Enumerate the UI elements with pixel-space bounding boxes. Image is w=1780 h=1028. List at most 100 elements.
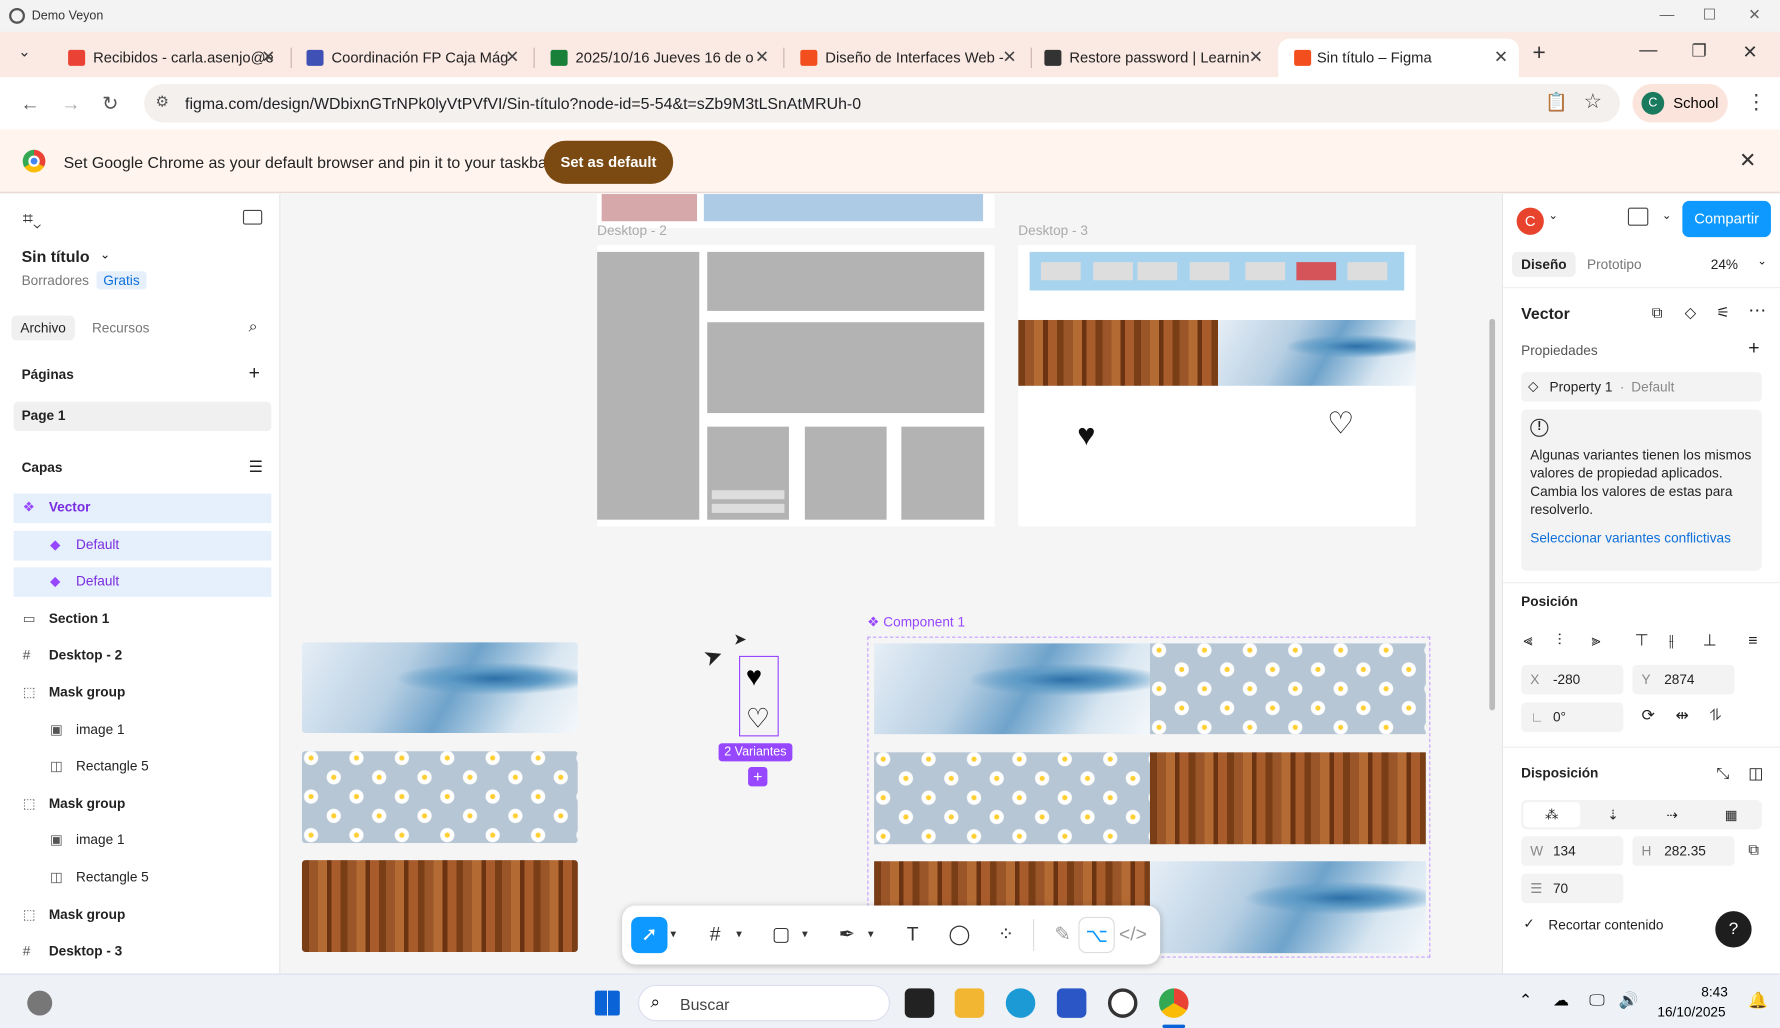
chrome-minimize-icon[interactable]: — xyxy=(1639,41,1657,61)
width-field[interactable]: W 134 xyxy=(1521,836,1624,866)
clock-date[interactable]: 16/10/2025 xyxy=(1657,1004,1725,1020)
align-center-icon[interactable]: ⫶ xyxy=(1557,631,1561,650)
tab-file[interactable]: Archivo xyxy=(11,315,75,341)
rotate-icon[interactable]: ⟳ xyxy=(1641,706,1654,725)
draw-mode-icon[interactable]: ✎ xyxy=(1044,917,1080,953)
profile-button[interactable]: C School xyxy=(1632,83,1728,123)
desktop-3-frame[interactable]: ♥ ♡ xyxy=(1018,245,1416,527)
add-page-icon[interactable]: + xyxy=(249,362,260,385)
chrome-close-icon[interactable]: ✕ xyxy=(1743,41,1758,64)
tab-coordinacion[interactable]: Coordinación FP Caja Mág ✕ xyxy=(284,39,528,78)
dev-mode-icon[interactable]: </> xyxy=(1115,917,1151,953)
network-icon[interactable]: 🖵 xyxy=(1589,991,1604,1010)
align-right-icon[interactable]: ⫸ xyxy=(1592,631,1601,650)
back-icon[interactable]: ← xyxy=(20,93,39,116)
store-icon[interactable] xyxy=(1056,988,1087,1018)
layer-item[interactable]: ⬚ Mask group xyxy=(14,679,272,709)
windows-start-icon[interactable] xyxy=(594,990,620,1016)
layer-item[interactable]: ▣ image 1 xyxy=(14,716,272,746)
plan-badge[interactable]: Gratis xyxy=(96,271,147,290)
align-bottom-icon[interactable]: ⊥ xyxy=(1703,631,1717,650)
layer-item[interactable]: ◫ Rectangle 5 xyxy=(14,864,272,894)
chevron-down-icon[interactable]: ▾ xyxy=(863,917,879,953)
move-tool-icon[interactable]: ➚ xyxy=(631,916,668,954)
present-icon[interactable] xyxy=(1627,207,1649,226)
sidebar-toggle-icon[interactable] xyxy=(242,209,263,225)
clipboard-icon[interactable]: 📋 xyxy=(1545,91,1568,114)
help-icon[interactable]: ? xyxy=(1715,911,1752,948)
close-tab-icon[interactable]: ✕ xyxy=(1494,47,1508,67)
site-settings-icon[interactable]: ⚙ xyxy=(156,93,169,111)
close-tab-icon[interactable]: ✕ xyxy=(1002,47,1016,67)
more-icon[interactable]: ⋯ xyxy=(1748,300,1766,323)
height-field[interactable]: H 282.35 xyxy=(1632,836,1735,866)
close-tab-icon[interactable]: ✕ xyxy=(1249,47,1263,67)
clip-content-checkbox[interactable]: ✓ xyxy=(1521,916,1537,932)
chevron-down-icon[interactable]: ⌄ xyxy=(1757,255,1767,267)
close-tab-icon[interactable]: ✕ xyxy=(755,47,769,67)
variants-badge[interactable]: 2 Variantes xyxy=(718,743,793,762)
chevron-down-icon[interactable]: ▾ xyxy=(665,917,681,953)
volume-icon[interactable]: 🔊 xyxy=(1619,991,1639,1010)
tab-sheets[interactable]: 2025/10/16 Jueves 16 de o ✕ xyxy=(528,39,778,78)
chevron-down-icon[interactable]: ⌄ xyxy=(1662,210,1672,222)
figma-menu-icon[interactable]: ⌗⌄ xyxy=(23,210,42,230)
component-swap-icon[interactable]: ⧉ xyxy=(1652,304,1663,322)
file-explorer-icon[interactable] xyxy=(954,988,985,1018)
add-property-icon[interactable]: + xyxy=(1748,337,1759,360)
select-conflicts-link[interactable]: Seleccionar variantes conflictivas xyxy=(1530,530,1731,546)
address-bar[interactable]: ⚙ figma.com/design/WDbixnGTrNPk0lyVtPVfV… xyxy=(144,83,1620,123)
share-button[interactable]: Compartir xyxy=(1682,200,1771,238)
reload-icon[interactable]: ↻ xyxy=(102,93,118,116)
layer-item[interactable]: ▣ image 1 xyxy=(14,827,272,857)
layer-item[interactable]: ◆ Default xyxy=(13,530,272,561)
tab-figma-diseno[interactable]: Diseño de Interfaces Web - ✕ xyxy=(778,39,1028,78)
distribute-icon[interactable]: ≡ xyxy=(1748,631,1757,649)
chevron-down-icon[interactable]: ⌄ xyxy=(100,247,110,262)
edge-icon[interactable] xyxy=(1005,988,1036,1018)
chevron-down-icon[interactable]: ▾ xyxy=(797,917,813,953)
tab-gmail[interactable]: Recibidos - carla.asenjo@e ✕ xyxy=(45,39,283,78)
user-avatar[interactable]: C xyxy=(1516,207,1544,235)
close-button[interactable]: ✕ xyxy=(1748,6,1760,24)
file-title[interactable]: Sin título xyxy=(22,247,90,265)
collapse-icon[interactable]: ⤡ xyxy=(1716,764,1729,783)
vertical-layout-icon[interactable]: ⇣ xyxy=(1585,802,1642,827)
component-label[interactable]: ❖ Component 1 xyxy=(867,614,965,630)
desktop-2-frame[interactable] xyxy=(597,245,995,527)
notification-icon[interactable]: 🔔 xyxy=(1748,991,1768,1010)
pen-tool-icon[interactable]: ✒ xyxy=(829,917,865,953)
minimize-button[interactable]: — xyxy=(1660,6,1675,23)
align-left-icon[interactable]: ⫷ xyxy=(1523,631,1532,650)
align-top-icon[interactable]: ⊤ xyxy=(1635,631,1649,650)
forward-icon[interactable]: → xyxy=(61,93,80,116)
tab-restore[interactable]: Restore password | Learnin ✕ xyxy=(1022,39,1274,78)
flip-horizontal-icon[interactable]: ⇹ xyxy=(1676,706,1689,725)
x-field[interactable]: X -280 xyxy=(1521,664,1624,695)
horizontal-layout-icon[interactable]: ⇢ xyxy=(1644,802,1701,827)
tab-sin-titulo[interactable]: Sin título – Figma ✕ xyxy=(1278,38,1519,78)
chevron-down-icon[interactable]: ▾ xyxy=(731,917,747,953)
free-layout-icon[interactable]: ⁂ xyxy=(1523,802,1581,828)
flip-vertical-icon[interactable]: ⥮ xyxy=(1710,706,1722,725)
adjust-icon[interactable]: ⚟ xyxy=(1716,304,1729,322)
tab-search-icon[interactable]: ⌄ xyxy=(18,43,30,61)
text-tool-icon[interactable]: T xyxy=(895,917,931,953)
bookmark-star-icon[interactable]: ☆ xyxy=(1584,90,1602,114)
close-tab-icon[interactable]: ✕ xyxy=(261,47,275,67)
layer-item[interactable]: ▭ Section 1 xyxy=(14,605,272,635)
close-tab-icon[interactable]: ✕ xyxy=(505,47,519,67)
frame-label-desktop-2[interactable]: Desktop - 2 xyxy=(597,222,667,238)
layer-item[interactable]: # Desktop - 2 xyxy=(14,642,272,672)
design-mode-icon[interactable]: ⌥ xyxy=(1078,916,1115,954)
widgets-icon[interactable] xyxy=(27,990,53,1016)
maximize-button[interactable]: ☐ xyxy=(1703,6,1716,24)
resources-tool-icon[interactable]: ⁘ xyxy=(988,917,1024,953)
layer-item[interactable]: ❖ Vector xyxy=(13,493,272,524)
search-icon[interactable]: ⌕ xyxy=(249,317,258,336)
layer-item[interactable]: ⬚ Mask group xyxy=(14,900,272,930)
layer-item[interactable]: ◆ Default xyxy=(13,567,272,598)
align-middle-icon[interactable]: ⫲ xyxy=(1669,631,1674,650)
drafts-label[interactable]: Borradores xyxy=(22,272,89,288)
frame-tool-icon[interactable]: # xyxy=(697,917,733,953)
